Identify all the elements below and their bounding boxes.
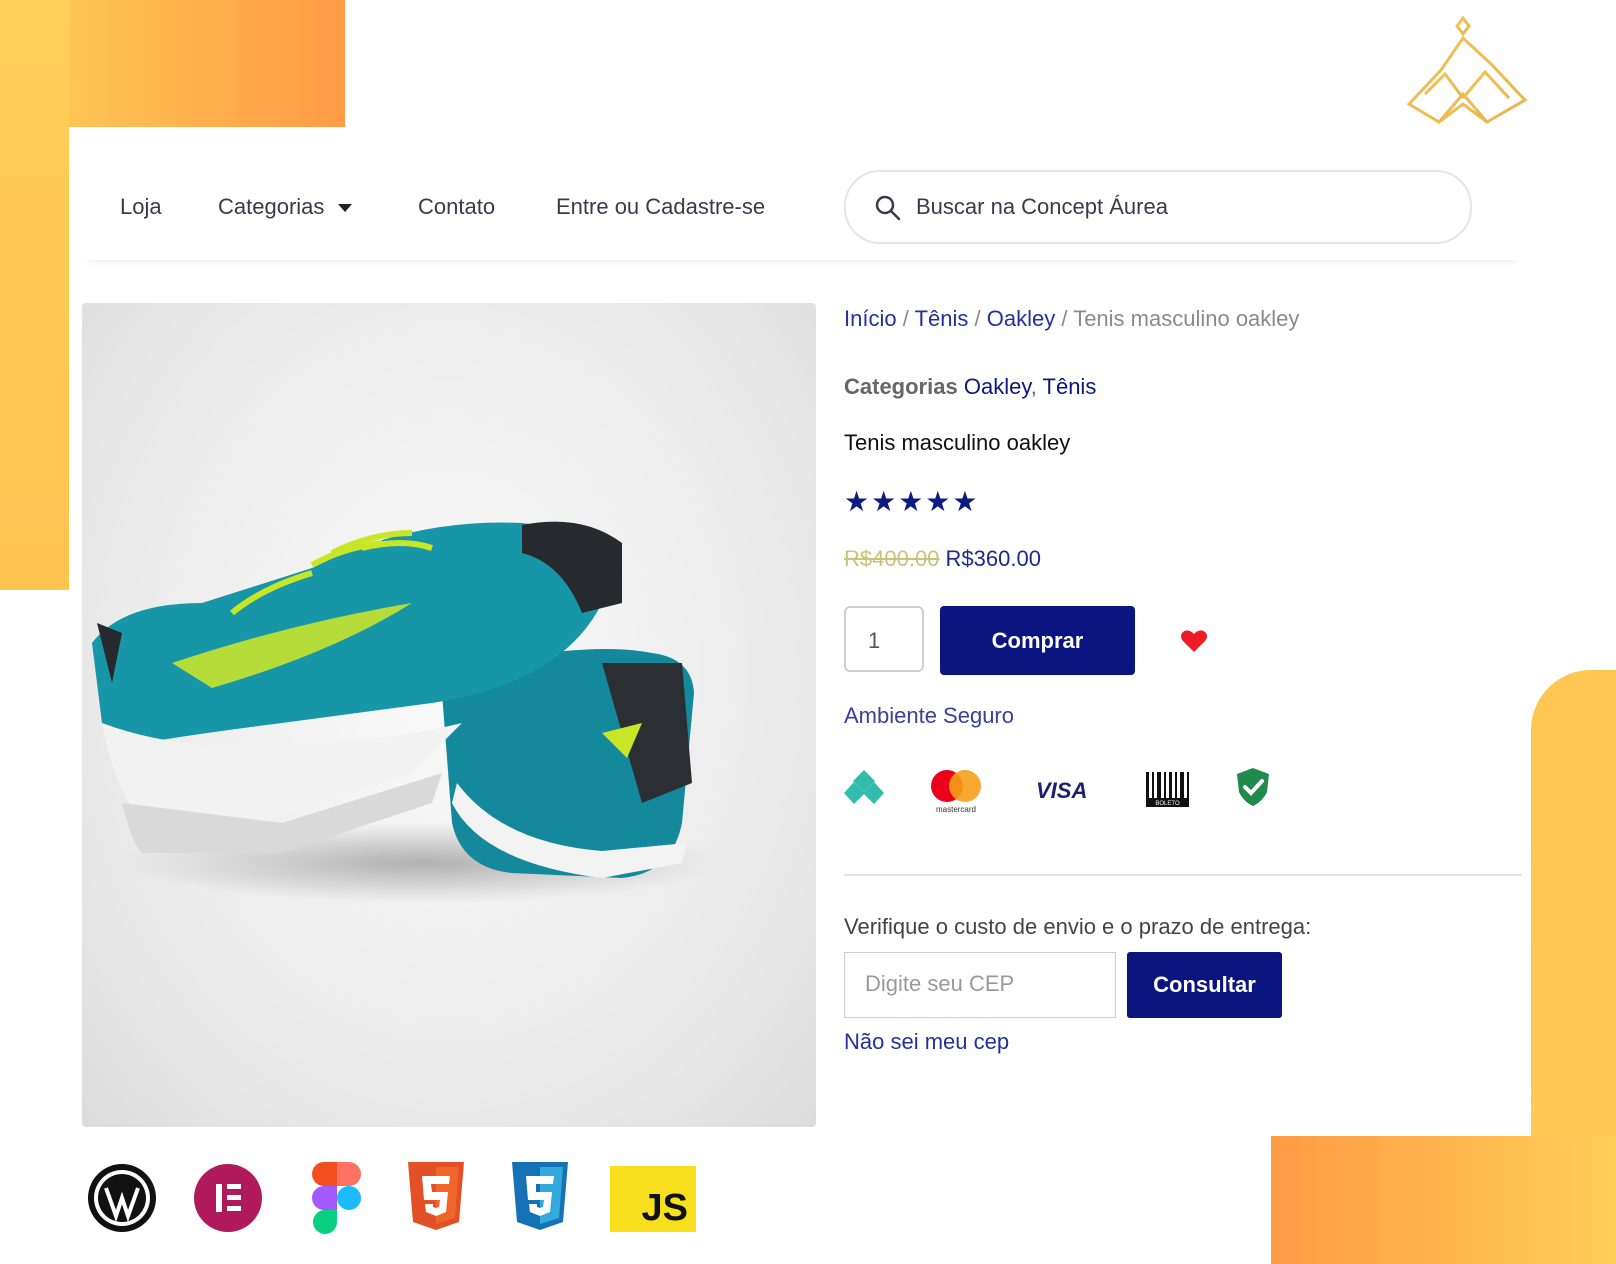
search-box[interactable] bbox=[844, 170, 1472, 244]
product-image[interactable] bbox=[82, 303, 816, 1127]
categories-label: Categorias bbox=[844, 374, 958, 399]
nav-login[interactable]: Entre ou Cadastre-se bbox=[556, 194, 765, 220]
breadcrumb-tenis[interactable]: Tênis bbox=[915, 306, 969, 331]
chevron-down-icon bbox=[338, 204, 353, 213]
breadcrumb-separator: / bbox=[902, 306, 909, 331]
product-categories: Categorias Oakley, Tênis bbox=[844, 374, 1097, 399]
unknown-cep-link[interactable]: Não sei meu cep bbox=[844, 1029, 1009, 1055]
search-input[interactable] bbox=[914, 190, 1438, 224]
category-link-oakley[interactable]: Oakley bbox=[964, 374, 1031, 399]
category-link-tenis[interactable]: Tênis bbox=[1043, 374, 1097, 399]
main-nav: Loja Categorias Contato Entre ou Cadastr… bbox=[82, 150, 1522, 260]
elementor-icon bbox=[194, 1164, 262, 1232]
nav-categorias[interactable]: Categorias bbox=[218, 194, 353, 220]
security-shield-icon bbox=[1237, 768, 1269, 806]
mastercard-icon: mastercard bbox=[931, 770, 981, 814]
heart-icon[interactable] bbox=[1180, 628, 1208, 654]
boleto-text: BOLETO bbox=[1155, 801, 1180, 807]
cep-input[interactable] bbox=[863, 953, 1097, 1015]
payment-methods: mastercard VISA BOLETO bbox=[844, 762, 1284, 814]
quantity-input[interactable]: 1 bbox=[844, 606, 924, 672]
decor-orange-bottom-right bbox=[1271, 1136, 1616, 1264]
nav-loja[interactable]: Loja bbox=[120, 194, 162, 220]
boleto-icon: BOLETO bbox=[1146, 772, 1189, 807]
breadcrumb-oakley[interactable]: Oakley bbox=[987, 306, 1055, 331]
sneaker-image bbox=[92, 521, 722, 903]
css3-icon bbox=[512, 1162, 568, 1230]
visa-icon: VISA bbox=[1036, 778, 1088, 803]
html5-icon bbox=[408, 1162, 464, 1230]
wordpress-icon bbox=[88, 1164, 156, 1232]
product-price: R$400.00 R$360.00 bbox=[844, 546, 1041, 572]
javascript-icon: JS bbox=[610, 1166, 696, 1232]
consultar-button[interactable]: Consultar bbox=[1127, 952, 1282, 1018]
breadcrumb-inicio[interactable]: Início bbox=[844, 306, 897, 331]
figma-icon bbox=[312, 1162, 361, 1234]
rating-stars: ★★★★★ bbox=[844, 486, 980, 517]
shipping-label: Verifique o custo de envio e o prazo de … bbox=[844, 914, 1312, 939]
divider bbox=[844, 874, 1522, 876]
cep-field[interactable] bbox=[844, 952, 1116, 1018]
breadcrumb-separator: / bbox=[974, 306, 981, 331]
js-text: JS bbox=[641, 1187, 688, 1229]
current-price: R$360.00 bbox=[945, 546, 1041, 571]
buy-button[interactable]: Comprar bbox=[940, 606, 1135, 675]
secure-label: Ambiente Seguro bbox=[844, 703, 1014, 728]
pix-icon bbox=[844, 770, 884, 804]
breadcrumb-current: Tenis masculino oakley bbox=[1073, 306, 1300, 331]
decor-orange-left-strip bbox=[0, 0, 70, 590]
old-price: R$400.00 bbox=[844, 546, 940, 571]
breadcrumb-separator: / bbox=[1061, 306, 1068, 331]
mastercard-text: mastercard bbox=[936, 805, 976, 814]
search-icon bbox=[875, 195, 901, 221]
nav-categorias-label: Categorias bbox=[218, 194, 325, 219]
product-title: Tenis masculino oakley bbox=[844, 430, 1071, 455]
nav-contato[interactable]: Contato bbox=[418, 194, 495, 220]
concept-aurea-logo bbox=[1406, 15, 1528, 124]
breadcrumb: Início / Tênis / Oakley / Tenis masculin… bbox=[844, 306, 1299, 332]
